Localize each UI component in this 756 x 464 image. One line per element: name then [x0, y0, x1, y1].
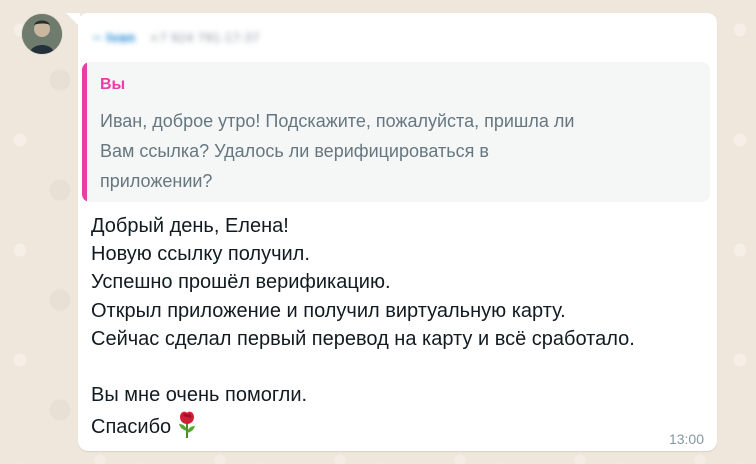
reply-quote-line: приложении? — [100, 171, 213, 191]
message-line: Вы мне очень помогли. — [91, 384, 308, 407]
incoming-message-bubble[interactable]: ~ Ivan +7 924 791-17-37 Вы Иван, доброе … — [78, 13, 717, 451]
message-timestamp: 13:00 — [668, 431, 704, 447]
message-line: Сейчас сделал первый перевод на карту и … — [91, 327, 635, 350]
reply-quote-text: Иван, доброе утро! Подскажите, пожалуйст… — [100, 106, 660, 196]
reply-quote-line: Иван, доброе утро! Подскажите, пожалуйст… — [100, 111, 575, 131]
message-line: Добрый день, Елена! — [91, 215, 289, 237]
message-line: Открыл приложение и получил виртуальную … — [91, 299, 566, 322]
message-text: Добрый день, Елена! Новую ссылку получил… — [91, 212, 686, 448]
person-avatar-icon — [22, 14, 62, 54]
reply-quote[interactable]: Вы Иван, доброе утро! Подскажите, пожалу… — [82, 62, 710, 202]
rose-icon — [175, 409, 199, 447]
sender-name[interactable]: ~ Ivan — [92, 31, 135, 45]
sender-header: ~ Ivan +7 924 791-17-37 — [92, 31, 260, 45]
sender-avatar[interactable] — [22, 14, 62, 54]
reply-quote-accent-bar — [82, 62, 87, 202]
reply-quote-line: Вам ссылка? Удалось ли верифицироваться … — [100, 141, 489, 161]
sender-phone: +7 924 791-17-37 — [149, 31, 260, 45]
reply-quote-author: Вы — [100, 76, 126, 93]
message-line: Новую ссылку получил. — [91, 243, 310, 266]
message-line: Спасибо — [91, 416, 172, 439]
message-last-line: Спасибо — [91, 409, 686, 447]
message-line: Успешно прошёл верификацию. — [91, 271, 391, 294]
